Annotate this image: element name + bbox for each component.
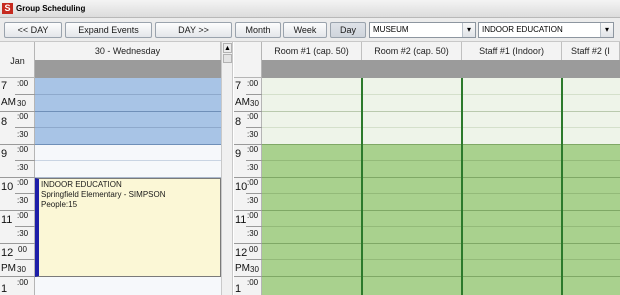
time-minute-label: :30 bbox=[17, 163, 29, 172]
time-hour-label: 9 bbox=[1, 148, 8, 160]
time-meridiem-label: AM bbox=[235, 97, 250, 108]
window-title: Group Scheduling bbox=[16, 4, 86, 13]
resource-header-staff1: Staff #1 (Indoor) bbox=[462, 42, 562, 60]
time-hour-label: 12 bbox=[1, 247, 14, 259]
time-minute-label: :00 bbox=[17, 278, 29, 287]
column-divider bbox=[361, 78, 363, 295]
time-hour-label: 11 bbox=[235, 214, 247, 226]
time-minute-label: :00 bbox=[17, 112, 29, 121]
time-minute-label: :30 bbox=[247, 196, 259, 205]
resource-header-staff2: Staff #2 (I bbox=[562, 42, 620, 60]
time-minute-label: 00 bbox=[249, 245, 258, 254]
time-hour-label: 7 bbox=[235, 80, 242, 92]
time-minute-label: :00 bbox=[247, 278, 259, 287]
time-hour-label: 9 bbox=[235, 148, 242, 160]
vertical-scrollbar[interactable]: ▲ bbox=[221, 42, 233, 295]
time-minute-label: :00 bbox=[17, 211, 29, 220]
program-select-value: INDOOR EDUCATION bbox=[482, 25, 563, 34]
time-minute-label: :30 bbox=[247, 229, 259, 238]
resource-header-room1: Room #1 (cap. 50) bbox=[262, 42, 362, 60]
time-minute-label: :00 bbox=[247, 145, 259, 154]
program-select[interactable]: INDOOR EDUCATION ▾ bbox=[478, 22, 614, 38]
time-hour-label: 10 bbox=[1, 181, 14, 193]
title-bar: S Group Scheduling bbox=[0, 0, 620, 18]
time-minute-label: :00 bbox=[17, 145, 29, 154]
time-minute-label: :00 bbox=[247, 178, 259, 187]
month-label: Jan bbox=[10, 56, 25, 66]
time-minute-label: 30 bbox=[250, 265, 259, 274]
next-day-button[interactable]: DAY >> bbox=[155, 22, 232, 38]
time-minute-label: 30 bbox=[250, 99, 259, 108]
time-minute-label: :00 bbox=[247, 79, 259, 88]
toolbar: << DAY Expand Events DAY >> Month Week D… bbox=[0, 18, 620, 42]
chevron-down-icon[interactable]: ▾ bbox=[600, 23, 613, 37]
time-minute-label: :30 bbox=[17, 130, 29, 139]
availability-green-block[interactable] bbox=[262, 144, 620, 295]
time-minute-label: :30 bbox=[17, 229, 29, 238]
time-hour-label: 10 bbox=[235, 181, 248, 193]
time-meridiem-label: PM bbox=[1, 263, 16, 274]
location-select[interactable]: MUSEUM ▾ bbox=[369, 22, 476, 38]
time-column: 7 :00 AM 30 8 :00 :30 9 :00 :30 10 :00 :… bbox=[0, 78, 35, 295]
time-hour-label: 12 bbox=[235, 247, 248, 259]
day-calendar: Jan 30 - Wednesday 7 :00 AM 30 8 :00 :30… bbox=[0, 42, 221, 295]
time-hour-label: 7 bbox=[1, 80, 8, 92]
app-logo-icon: S bbox=[2, 3, 13, 14]
time-meridiem-label: PM bbox=[235, 263, 250, 274]
time-hour-label: 1 bbox=[1, 283, 8, 295]
resource-time-column: 7 :00 AM 30 8 :00 :30 9 :00 :30 10 :00 :… bbox=[234, 78, 262, 295]
time-minute-label: :30 bbox=[247, 163, 259, 172]
event-title: INDOOR EDUCATION bbox=[41, 180, 122, 189]
day-header: 30 - Wednesday bbox=[35, 42, 221, 60]
time-minute-label: 30 bbox=[17, 99, 26, 108]
time-minute-label: :30 bbox=[247, 130, 259, 139]
resource-all-day-band bbox=[262, 60, 620, 78]
column-divider bbox=[461, 78, 463, 295]
scroll-thumb[interactable] bbox=[223, 54, 232, 63]
day-view-button[interactable]: Day bbox=[330, 22, 366, 38]
location-select-value: MUSEUM bbox=[373, 25, 409, 34]
time-minute-label: :00 bbox=[17, 79, 29, 88]
time-minute-label: :30 bbox=[17, 196, 29, 205]
time-minute-label: 30 bbox=[17, 265, 26, 274]
calendar-event[interactable]: INDOOR EDUCATION Springfield Elementary … bbox=[35, 178, 221, 277]
time-meridiem-label: AM bbox=[1, 97, 16, 108]
prev-day-button[interactable]: << DAY bbox=[4, 22, 62, 38]
resource-header-room2: Room #2 (cap. 50) bbox=[362, 42, 462, 60]
resource-calendar: Room #1 (cap. 50) Room #2 (cap. 50) Staf… bbox=[234, 42, 620, 295]
column-divider bbox=[561, 78, 563, 295]
time-minute-label: :00 bbox=[247, 112, 259, 121]
all-day-band bbox=[35, 60, 221, 78]
time-minute-label: :00 bbox=[247, 211, 259, 220]
chevron-down-icon[interactable]: ▾ bbox=[462, 23, 475, 37]
time-hour-label: 8 bbox=[1, 116, 8, 128]
time-hour-label: 1 bbox=[235, 283, 242, 295]
time-minute-label: :00 bbox=[17, 178, 29, 187]
month-view-button[interactable]: Month bbox=[235, 22, 281, 38]
event-people: People:15 bbox=[41, 200, 78, 209]
event-school: Springfield Elementary - SIMPSON bbox=[41, 190, 166, 199]
week-view-button[interactable]: Week bbox=[283, 22, 327, 38]
expand-events-button[interactable]: Expand Events bbox=[65, 22, 152, 38]
calendar-corner: Jan bbox=[0, 42, 35, 78]
scroll-up-icon[interactable]: ▲ bbox=[223, 43, 232, 53]
time-hour-label: 11 bbox=[1, 214, 13, 226]
time-hour-label: 8 bbox=[235, 116, 242, 128]
time-minute-label: 00 bbox=[18, 245, 27, 254]
resource-corner bbox=[234, 42, 262, 78]
